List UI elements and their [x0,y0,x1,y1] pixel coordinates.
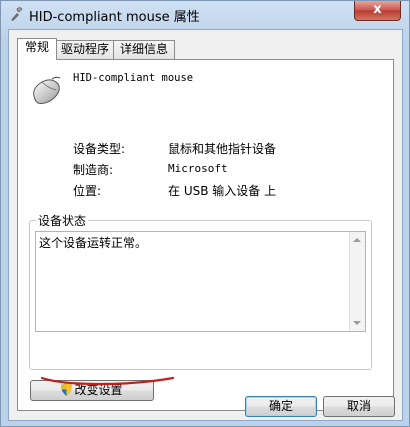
tab-general[interactable]: 常规 [17,38,57,60]
annotation-underline [40,376,175,386]
